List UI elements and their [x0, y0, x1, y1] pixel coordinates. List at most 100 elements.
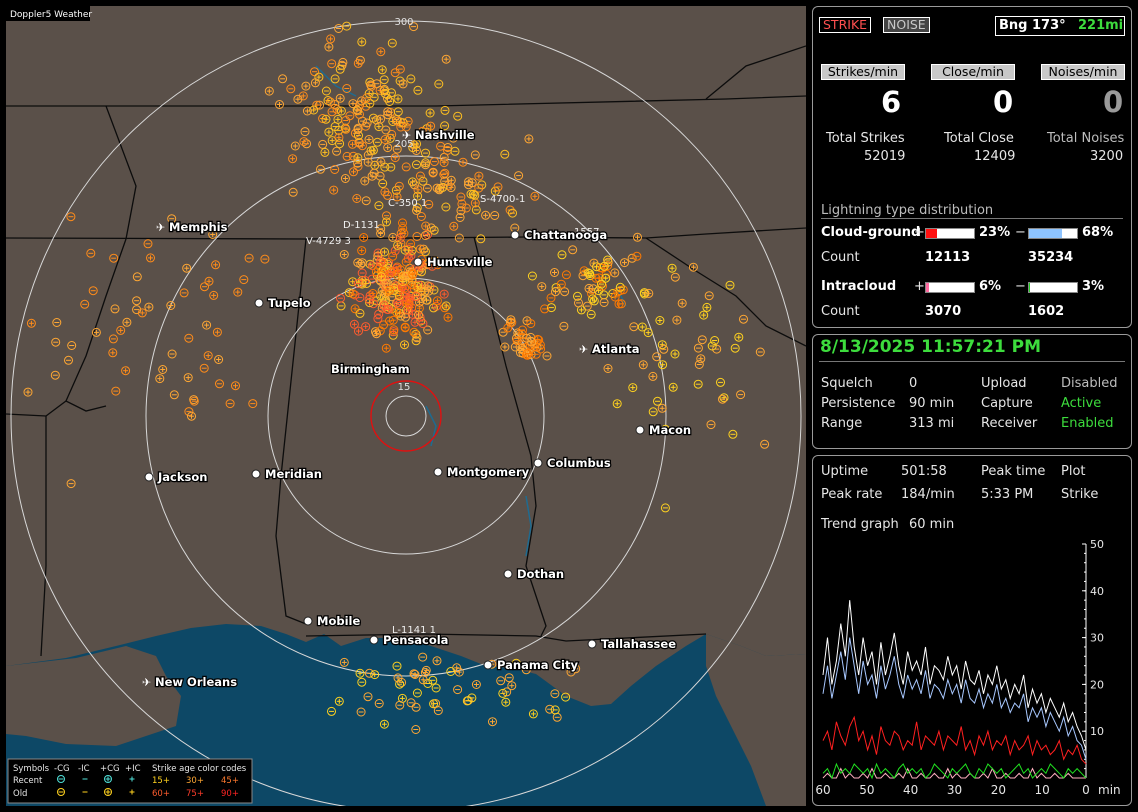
ic-positive-percent: 6% [979, 279, 1002, 294]
city-dot [254, 298, 264, 308]
ic-negative-sign: − [1015, 279, 1026, 294]
squelch-value[interactable]: 0 [909, 376, 917, 391]
ic-positive-sign: + [914, 279, 925, 294]
upload-value[interactable]: Disabled [1061, 376, 1117, 391]
lightning-map[interactable]: 300 205 15 C-350 1 S-4700-1 D-1131 V-472… [6, 6, 806, 806]
noises-per-min-button[interactable]: Noises/min [1041, 64, 1125, 80]
range-value[interactable]: 313 mi [909, 416, 954, 431]
close-per-min-button[interactable]: Close/min [931, 64, 1015, 80]
total-noises-label: Total Noises [1047, 131, 1125, 146]
city-chattanooga: Chattanooga [510, 227, 608, 243]
cg-positive-sign: + [914, 225, 925, 240]
city-name: Birmingham [331, 362, 410, 376]
total-close-value: 12409 [974, 149, 1016, 164]
city-name: Memphis [169, 220, 228, 234]
persistence-value[interactable]: 90 min [909, 396, 954, 411]
ic-positive-bar [925, 282, 975, 293]
strikes-per-min-button[interactable]: Strikes/min [821, 64, 905, 80]
y-tick-label: 50 [1090, 538, 1104, 551]
receiver-value[interactable]: Enabled [1061, 416, 1114, 431]
peak-rate-label: Peak rate [821, 487, 883, 502]
cloud-ground-label: Cloud-ground [821, 225, 921, 240]
city-name: Macon [649, 423, 691, 437]
cg-negative-count: 35234 [1028, 250, 1074, 265]
plot-value[interactable]: Strike [1061, 487, 1098, 502]
y-tick-label: 20 [1090, 678, 1104, 691]
strikes-per-min-value: 6 [881, 85, 902, 119]
cell-label: D-1131 [343, 220, 380, 231]
total-noises-value: 3200 [1090, 149, 1124, 164]
city-name: Nashville [415, 128, 475, 142]
x-tick-label: 10 [1035, 783, 1050, 797]
ic-negative-bar [1028, 282, 1078, 293]
legend-header: +CG [100, 764, 120, 774]
peak-time-label: Peak time [981, 464, 1046, 479]
city-name: Huntsville [427, 255, 493, 269]
trend-graph: 50 40 30 20 10 60 50 40 30 20 10 0 min [815, 538, 1121, 797]
legend-recent-label: Recent [13, 776, 43, 786]
intracloud-label: Intracloud [821, 279, 897, 294]
city-new-orleans: ✈ New Orleans [142, 674, 238, 691]
city-dot [503, 569, 513, 579]
y-tick-label: 30 [1090, 632, 1104, 645]
trend-series-line [822, 600, 1087, 751]
legend-code: 90+ [221, 789, 239, 799]
peak-time-value: 5:33 PM [981, 487, 1034, 502]
peak-rate-value: 184/min [901, 487, 955, 502]
divider [821, 218, 1123, 219]
city-name: Columbus [547, 456, 611, 470]
x-tick-label: 0 [1082, 783, 1090, 797]
x-tick-label: 60 [815, 783, 830, 797]
ic-negative-count: 1602 [1028, 304, 1065, 319]
city-name: Chattanooga [524, 228, 607, 242]
legend-code: 30+ [186, 776, 204, 786]
y-tick-label: 10 [1090, 725, 1104, 738]
x-tick-label: 50 [859, 783, 874, 797]
total-strikes-label: Total Strikes [826, 131, 905, 146]
x-tick-label: 30 [947, 783, 962, 797]
cell-label: V-4729 3 [306, 236, 351, 247]
trend-graph-value[interactable]: 60 min [909, 517, 954, 532]
city-name: Mobile [317, 614, 360, 628]
cell-label: C-350 1 [388, 198, 427, 209]
trend-graph-label: Trend graph [821, 517, 899, 532]
x-unit-label: min [1098, 783, 1121, 797]
city-dot [510, 230, 520, 240]
strike-stats-panel: STRIKE NOISE Bng 173° 221mi Strikes/min … [812, 6, 1132, 328]
airport-icon: ✈ [142, 676, 151, 689]
city-dot [144, 472, 154, 482]
cg-count-label: Count [821, 250, 860, 265]
map-legend: Symbols -CG -IC +CG +IC Strike age color… [7, 758, 253, 804]
close-per-min-value: 0 [993, 85, 1014, 119]
legend-code: 15+ [152, 776, 170, 786]
legend-old-label: Old [13, 789, 27, 799]
cg-positive-bar [925, 228, 975, 239]
capture-value[interactable]: Active [1061, 396, 1101, 411]
distance-value: 221mi [1078, 18, 1124, 33]
ring-label-300: 300 [394, 17, 413, 28]
city-birmingham: Birmingham [330, 361, 411, 378]
watermark: Doppler5 Weather [10, 10, 92, 20]
noise-button[interactable]: NOISE [883, 17, 930, 33]
uptime-label: Uptime [821, 464, 869, 479]
legend-header: +IC [125, 764, 141, 774]
city-name: Tallahassee [601, 637, 676, 651]
upload-label: Upload [981, 376, 1027, 391]
distribution-title: Lightning type distribution [821, 203, 994, 218]
city-name: Jackson [157, 470, 207, 484]
range-label: Range [821, 416, 863, 431]
trend-series-line [822, 637, 1087, 760]
cg-negative-percent: 68% [1082, 225, 1114, 240]
cg-positive-count: 12113 [925, 250, 971, 265]
legend-header: -IC [78, 764, 90, 774]
city-name: Atlanta [592, 342, 640, 356]
persistence-label: Persistence [821, 396, 896, 411]
strike-button[interactable]: STRIKE [819, 17, 872, 33]
city-dot [433, 467, 443, 477]
city-dot [587, 639, 597, 649]
ring-label-15: 15 [398, 382, 411, 393]
city-dot [533, 458, 543, 468]
legend-symbols-label: Symbols [13, 764, 50, 774]
total-close-label: Total Close [944, 131, 1014, 146]
airport-icon: ✈ [579, 343, 588, 356]
